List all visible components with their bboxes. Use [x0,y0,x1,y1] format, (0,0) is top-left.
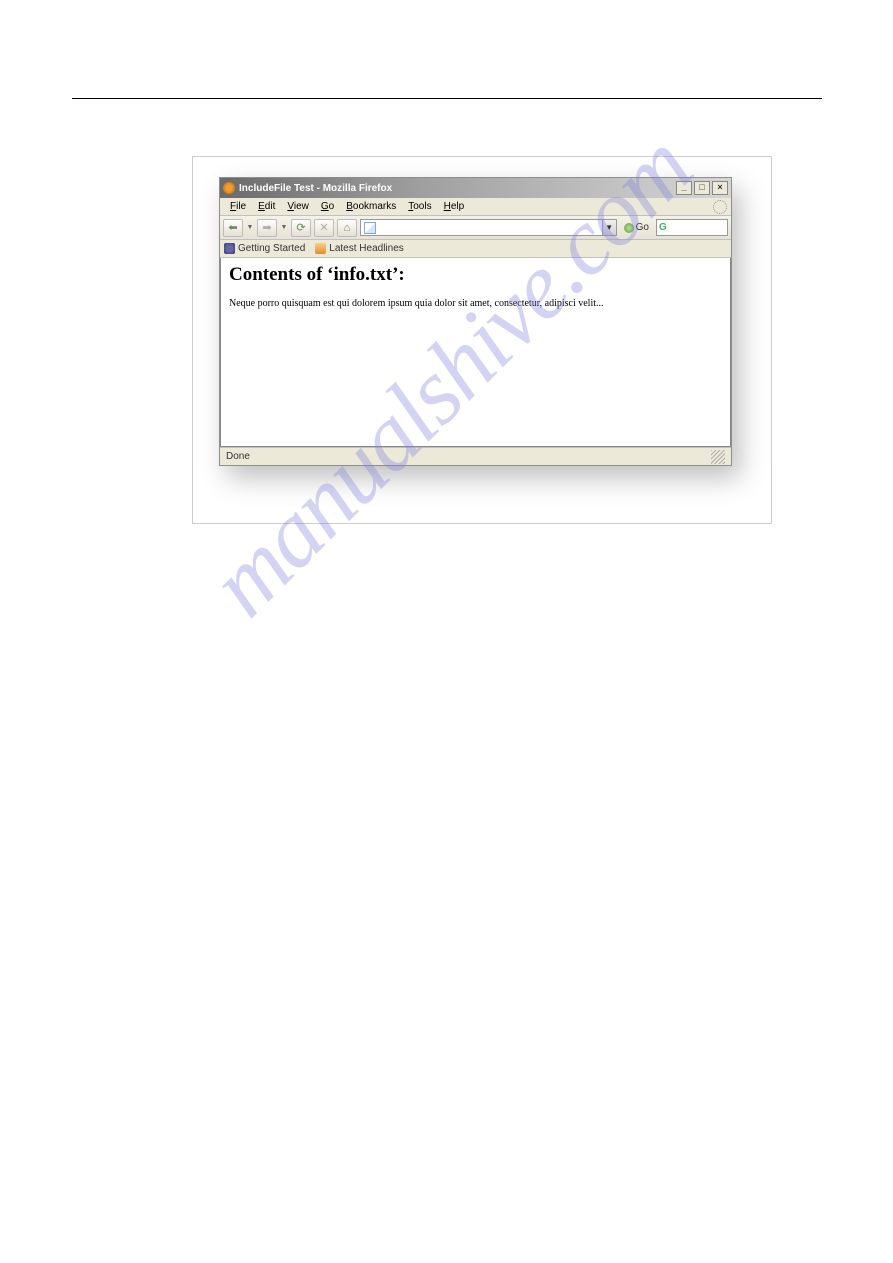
maximize-button[interactable]: □ [694,181,710,195]
go-label: Go [636,222,649,233]
minimize-button[interactable]: _ [676,181,692,195]
content-area: Contents of ‘info.txt’: Neque porro quis… [220,258,731,447]
page-divider [72,98,822,99]
search-bar[interactable]: G [656,219,728,236]
browser-window: IncludeFile Test - Mozilla Firefox _ □ ×… [219,177,732,466]
menu-help[interactable]: Help [438,200,471,213]
go-icon [624,223,634,233]
url-dropdown[interactable]: ▼ [602,220,616,235]
menu-go[interactable]: Go [315,200,340,213]
back-button[interactable]: ⬅ [223,219,243,237]
window-title: IncludeFile Test - Mozilla Firefox [239,183,676,194]
go-button[interactable]: Go [620,222,653,233]
figure-frame: IncludeFile Test - Mozilla Firefox _ □ ×… [192,156,772,524]
reload-button[interactable]: ⟳ [291,219,311,237]
menu-bookmarks[interactable]: Bookmarks [340,200,402,213]
bookmark-latest-headlines[interactable]: Latest Headlines [315,243,404,254]
menu-file[interactable]: File [224,200,252,213]
titlebar[interactable]: IncludeFile Test - Mozilla Firefox _ □ × [220,178,731,198]
firefox-icon [223,182,235,194]
menu-view[interactable]: View [281,200,315,213]
back-dropdown[interactable]: ▼ [246,224,254,231]
search-engine-icon[interactable]: G [659,222,667,234]
url-bar[interactable]: ▼ [360,219,617,236]
url-input[interactable] [379,222,602,233]
search-input[interactable] [669,222,801,233]
window-controls: _ □ × [676,181,728,195]
stop-button[interactable]: ✕ [314,219,334,237]
forward-dropdown[interactable]: ▼ [280,224,288,231]
content-heading: Contents of ‘info.txt’: [229,264,722,286]
statusbar: Done [220,447,731,465]
menubar: File Edit View Go Bookmarks Tools Help [220,198,731,216]
menu-tools[interactable]: Tools [402,200,437,213]
forward-button[interactable]: ➡ [257,219,277,237]
bookmark-icon [224,243,235,254]
throbber-icon [713,200,727,214]
bookmark-label: Latest Headlines [329,243,404,254]
page-icon [364,222,376,234]
navigation-toolbar: ⬅ ▼ ➡ ▼ ⟳ ✕ ⌂ ▼ Go G [220,216,731,240]
menu-edit[interactable]: Edit [252,200,281,213]
bookmark-getting-started[interactable]: Getting Started [224,243,305,254]
status-text: Done [226,451,250,462]
bookmark-label: Getting Started [238,243,305,254]
resize-grip[interactable] [711,450,725,464]
content-body: Neque porro quisquam est qui dolorem ips… [229,298,722,309]
close-button[interactable]: × [712,181,728,195]
home-button[interactable]: ⌂ [337,219,357,237]
rss-icon [315,243,326,254]
bookmarks-toolbar: Getting Started Latest Headlines [220,240,731,258]
